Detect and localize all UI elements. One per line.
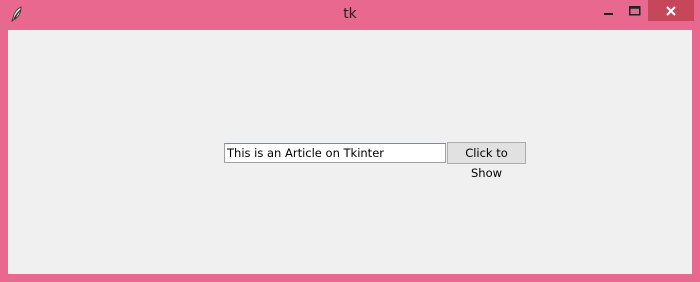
app-window: tk Click to Show [0,0,700,282]
close-icon [666,5,676,16]
minimize-button[interactable] [596,0,622,21]
click-to-show-button[interactable]: Click to Show [447,142,526,180]
window-title: tk [343,6,357,22]
maximize-button[interactable] [622,0,648,21]
close-button[interactable] [648,0,694,21]
title-bar[interactable]: tk [0,0,700,30]
minimize-icon [604,12,613,15]
maximize-icon [629,5,641,15]
window-client-area: Click to Show [8,30,692,274]
text-entry[interactable] [224,143,446,163]
